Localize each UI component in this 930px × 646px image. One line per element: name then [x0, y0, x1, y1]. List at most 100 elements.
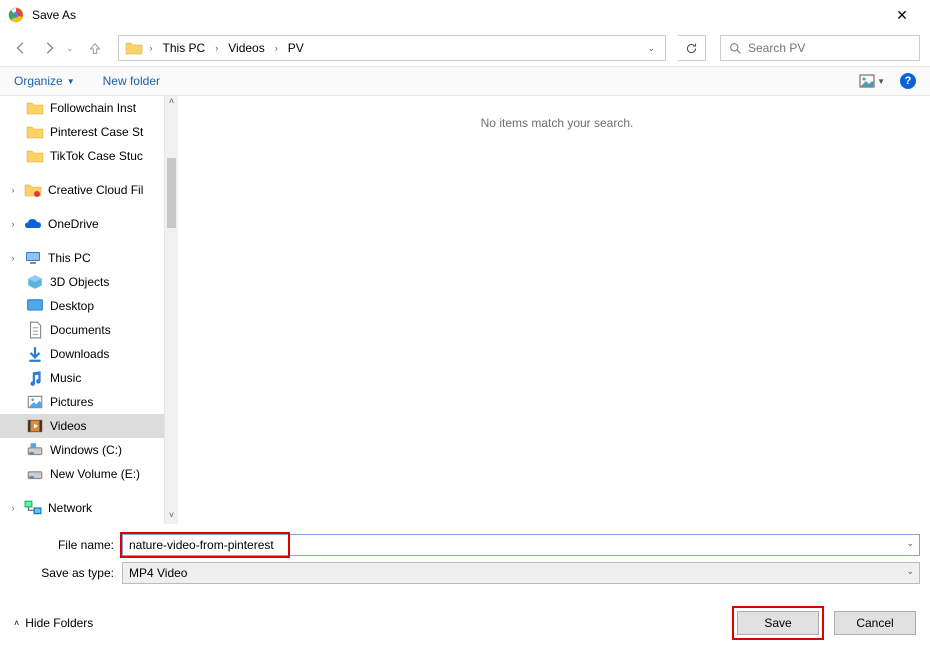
tree-scrollbar[interactable]: ˄ ˅: [164, 96, 178, 524]
3d-objects-icon: [26, 274, 44, 290]
cancel-button[interactable]: Cancel: [834, 611, 916, 635]
address-bar[interactable]: › This PC › Videos › PV ⌄: [118, 35, 666, 61]
type-select[interactable]: MP4 Video: [122, 562, 920, 584]
tree-label: This PC: [48, 251, 91, 265]
scroll-up-icon[interactable]: ˄: [165, 96, 178, 110]
chevron-right-icon[interactable]: ›: [8, 253, 18, 263]
titlebar: Save As ✕: [0, 0, 930, 30]
search-input[interactable]: [748, 41, 911, 55]
folder-icon: [125, 40, 143, 56]
network-icon: [24, 500, 42, 516]
new-folder-button[interactable]: New folder: [103, 74, 160, 88]
dropdown-icon: ▼: [877, 77, 885, 86]
cancel-label: Cancel: [856, 616, 893, 630]
up-button[interactable]: [84, 37, 106, 59]
breadcrumb-item[interactable]: This PC: [160, 39, 209, 57]
chevron-right-icon[interactable]: ›: [8, 185, 18, 195]
this-pc-icon: [24, 250, 42, 266]
breadcrumb-item[interactable]: PV: [285, 39, 307, 57]
tree-item[interactable]: Pinterest Case St: [0, 120, 170, 144]
scroll-down-icon[interactable]: ˅: [165, 510, 178, 524]
search-box[interactable]: [720, 35, 920, 61]
footer: ˄ Hide Folders Save Cancel: [0, 602, 930, 644]
picture-icon: [859, 74, 875, 88]
videos-icon: [26, 418, 44, 434]
save-label: Save: [764, 616, 791, 630]
organize-button[interactable]: Organize ▼: [14, 74, 75, 88]
hide-folders-label: Hide Folders: [25, 616, 93, 630]
tree-item-3d-objects[interactable]: 3D Objects: [0, 270, 170, 294]
tree-item-onedrive[interactable]: › OneDrive: [0, 212, 170, 236]
tree-spacer: [0, 168, 170, 178]
tree-item-creative-cloud[interactable]: › Creative Cloud Fil: [0, 178, 170, 202]
address-dropdown-icon[interactable]: ⌄: [647, 43, 655, 54]
refresh-button[interactable]: [678, 35, 706, 61]
tree-item[interactable]: TikTok Case Stuc: [0, 144, 170, 168]
documents-icon: [26, 322, 44, 338]
forward-button[interactable]: [38, 37, 60, 59]
tree-item-videos[interactable]: Videos: [0, 414, 170, 438]
tree-item-this-pc[interactable]: › This PC: [0, 246, 170, 270]
tree-label: 3D Objects: [50, 275, 109, 289]
tree-label: Network: [48, 501, 92, 515]
highlight-box: Save: [732, 606, 824, 640]
navbar: ⌄ › This PC › Videos › PV ⌄: [0, 30, 930, 66]
tree-label: New Volume (E:): [50, 467, 140, 481]
chevron-right-icon[interactable]: ›: [8, 503, 18, 513]
save-button[interactable]: Save: [737, 611, 819, 635]
tree-label: TikTok Case Stuc: [50, 149, 143, 163]
tree-item-drive-c[interactable]: Windows (C:): [0, 438, 170, 462]
form-area: File name: ⌄ Save as type: MP4 Video ⌄: [0, 524, 930, 592]
breadcrumb-item[interactable]: Videos: [225, 39, 267, 57]
toolbar: Organize ▼ New folder ▼ ?: [0, 66, 930, 96]
dropdown-icon[interactable]: ⌄: [906, 566, 914, 577]
pictures-icon: [26, 394, 44, 410]
scroll-thumb[interactable]: [167, 158, 176, 228]
chrome-icon: [8, 7, 24, 23]
folder-icon: [26, 148, 44, 164]
tree-label: Documents: [50, 323, 111, 337]
chevron-right-icon: ›: [275, 43, 278, 53]
tree-label: Followchain Inst: [50, 101, 136, 115]
search-icon: [729, 42, 742, 55]
empty-message: No items match your search.: [481, 116, 634, 130]
tree-label: Pictures: [50, 395, 93, 409]
tree-label: Downloads: [50, 347, 109, 361]
tree-item-drive-e[interactable]: New Volume (E:): [0, 462, 170, 486]
tree-item[interactable]: Followchain Inst: [0, 96, 170, 120]
hide-folders-button[interactable]: ˄ Hide Folders: [14, 616, 93, 630]
recent-dropdown-icon[interactable]: ⌄: [66, 43, 74, 54]
folder-icon: [26, 100, 44, 116]
chevron-right-icon[interactable]: ›: [8, 219, 18, 229]
filename-input[interactable]: [122, 534, 920, 556]
back-button[interactable]: [10, 37, 32, 59]
nav-tree: Followchain Inst Pinterest Case St TikTo…: [0, 96, 170, 524]
chevron-right-icon: ›: [215, 43, 218, 53]
type-value: MP4 Video: [129, 566, 187, 580]
dropdown-icon[interactable]: ⌄: [906, 538, 914, 549]
creative-cloud-icon: [24, 182, 42, 198]
tree-label: Videos: [50, 419, 86, 433]
view-mode-button[interactable]: ▼: [854, 71, 890, 91]
main-area: Followchain Inst Pinterest Case St TikTo…: [0, 96, 930, 524]
drive-icon: [26, 466, 44, 482]
close-button[interactable]: ✕: [882, 7, 922, 24]
music-icon: [26, 370, 44, 386]
tree-item-desktop[interactable]: Desktop: [0, 294, 170, 318]
tree-item-pictures[interactable]: Pictures: [0, 390, 170, 414]
tree-item-downloads[interactable]: Downloads: [0, 342, 170, 366]
organize-label: Organize: [14, 74, 63, 88]
tree-spacer: [0, 486, 170, 496]
tree-item-music[interactable]: Music: [0, 366, 170, 390]
tree-item-documents[interactable]: Documents: [0, 318, 170, 342]
onedrive-icon: [24, 216, 42, 232]
drive-icon: [26, 442, 44, 458]
help-button[interactable]: ?: [900, 73, 916, 89]
tree-label: Windows (C:): [50, 443, 122, 457]
folder-icon: [26, 124, 44, 140]
tree-spacer: [0, 236, 170, 246]
tree-spacer: [0, 202, 170, 212]
window-title: Save As: [32, 8, 882, 22]
desktop-icon: [26, 298, 44, 314]
tree-item-network[interactable]: › Network: [0, 496, 170, 520]
